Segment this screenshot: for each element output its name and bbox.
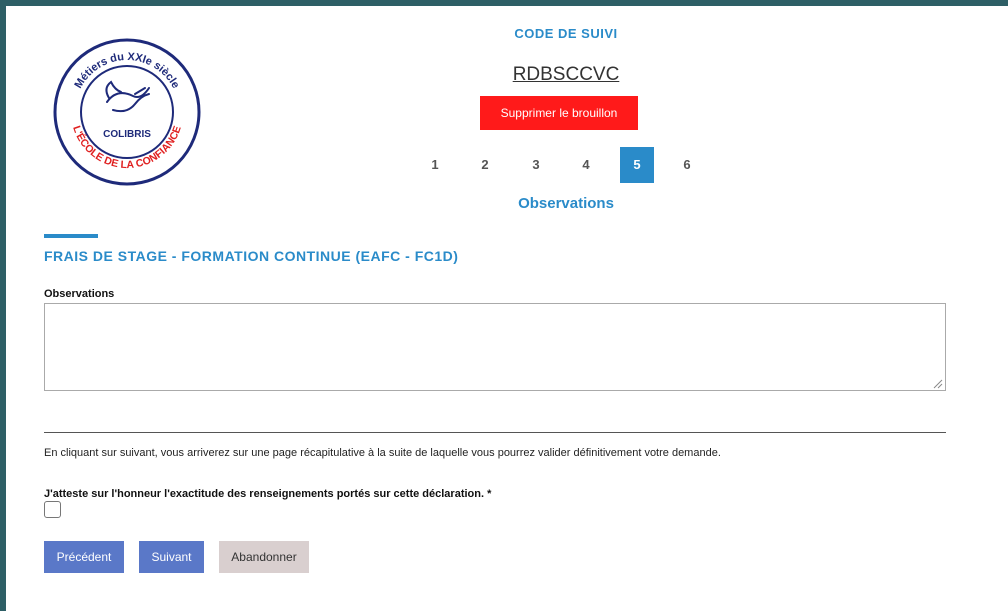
step-2[interactable]: 2 [468,147,502,183]
attest-checkbox[interactable] [44,501,61,518]
section-title: FRAIS DE STAGE - FORMATION CONTINUE (EAF… [44,248,459,264]
step-4[interactable]: 4 [569,147,603,183]
tracking-code-label: CODE DE SUIVI [514,26,618,41]
abandon-button[interactable]: Abandonner [219,541,309,573]
next-button[interactable]: Suivant [139,541,204,573]
attest-label: J'atteste sur l'honneur l'exactitude des… [44,488,492,500]
step-5-active[interactable]: 5 [620,147,654,183]
info-text: En cliquant sur suivant, vous arriverez … [44,447,721,459]
section-accent-bar [44,234,98,238]
observations-label: Observations [44,288,115,300]
step-1[interactable]: 1 [418,147,452,183]
colibris-logo: Métiers du XXIe siècle L'ÉCOLE DE LA CON… [51,36,203,188]
resize-grip-icon[interactable] [933,379,943,389]
step-3[interactable]: 3 [519,147,553,183]
tracking-code-value: RDBSCCVC [512,64,620,85]
step-6[interactable]: 6 [670,147,704,183]
logo-center-text: COLIBRIS [103,129,151,140]
observations-textarea[interactable] [44,303,946,391]
page-frame: Métiers du XXIe siècle L'ÉCOLE DE LA CON… [6,6,1008,611]
divider [44,432,946,433]
previous-button[interactable]: Précédent [44,541,124,573]
current-step-title: Observations [518,195,614,212]
delete-draft-button[interactable]: Supprimer le brouillon [480,96,638,130]
